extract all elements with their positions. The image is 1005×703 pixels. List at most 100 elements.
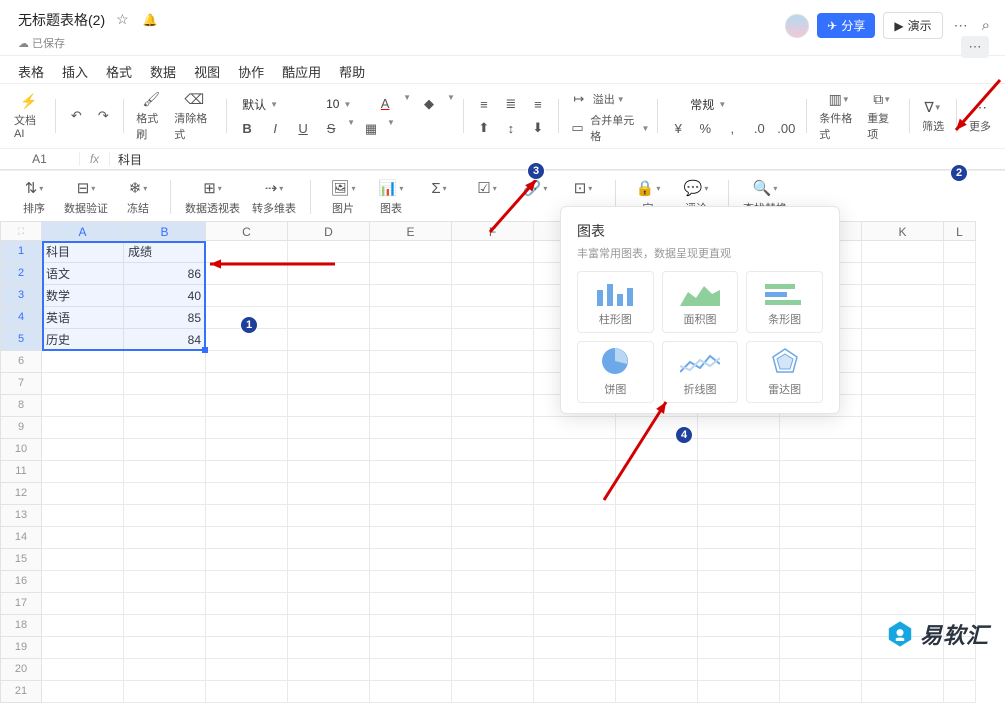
- menu-item[interactable]: 视图: [194, 62, 220, 81]
- cell[interactable]: [42, 439, 124, 461]
- sum-button[interactable]: Σ▾: [415, 176, 463, 202]
- cell[interactable]: [452, 483, 534, 505]
- cell[interactable]: [370, 417, 452, 439]
- cell[interactable]: [944, 285, 976, 307]
- cell[interactable]: 科目: [42, 241, 124, 263]
- dec-add-icon[interactable]: .0: [747, 118, 771, 140]
- redo-icon[interactable]: ↷: [91, 105, 115, 127]
- cell[interactable]: [124, 637, 206, 659]
- cell[interactable]: [452, 549, 534, 571]
- cell[interactable]: [862, 549, 944, 571]
- valign-bot-icon[interactable]: ⬇: [526, 117, 550, 139]
- cell[interactable]: [944, 307, 976, 329]
- cell[interactable]: [944, 241, 976, 263]
- cell[interactable]: [452, 681, 534, 703]
- clear-format-button[interactable]: ⌫清除格式: [170, 90, 218, 143]
- cell[interactable]: [452, 461, 534, 483]
- cell[interactable]: [124, 549, 206, 571]
- cell[interactable]: [862, 659, 944, 681]
- cell[interactable]: [780, 593, 862, 615]
- chart-option[interactable]: 柱形图: [577, 271, 654, 333]
- cell[interactable]: [370, 395, 452, 417]
- cell[interactable]: [206, 285, 288, 307]
- cell[interactable]: [862, 263, 944, 285]
- cell[interactable]: [288, 285, 370, 307]
- cell[interactable]: [944, 659, 976, 681]
- row-header[interactable]: 11: [0, 461, 42, 483]
- cell[interactable]: [616, 681, 698, 703]
- formula-value[interactable]: 科目: [110, 151, 150, 168]
- cell[interactable]: [42, 593, 124, 615]
- cell[interactable]: [288, 549, 370, 571]
- cell[interactable]: [780, 439, 862, 461]
- cell[interactable]: [698, 417, 780, 439]
- cell[interactable]: 数学: [42, 285, 124, 307]
- cell[interactable]: [944, 461, 976, 483]
- cell[interactable]: [698, 483, 780, 505]
- bell-icon[interactable]: 🔔: [140, 10, 161, 30]
- row-header[interactable]: 1: [0, 241, 42, 263]
- border-icon[interactable]: ▦: [359, 118, 383, 140]
- cell[interactable]: [616, 659, 698, 681]
- cell[interactable]: [370, 593, 452, 615]
- cell[interactable]: [698, 505, 780, 527]
- cell[interactable]: [370, 351, 452, 373]
- cell[interactable]: [206, 681, 288, 703]
- cell[interactable]: [206, 593, 288, 615]
- cell[interactable]: 成绩: [124, 241, 206, 263]
- cell[interactable]: [124, 681, 206, 703]
- cell[interactable]: [288, 329, 370, 351]
- cell[interactable]: [370, 241, 452, 263]
- cell[interactable]: [862, 395, 944, 417]
- font-size-select[interactable]: 10▼: [319, 93, 367, 116]
- menu-item[interactable]: 表格: [18, 62, 44, 81]
- cell[interactable]: [780, 571, 862, 593]
- cell[interactable]: [42, 571, 124, 593]
- cell[interactable]: [780, 659, 862, 681]
- cell[interactable]: [944, 483, 976, 505]
- cell[interactable]: [124, 417, 206, 439]
- row-header[interactable]: 15: [0, 549, 42, 571]
- undo-icon[interactable]: ↶: [64, 105, 88, 127]
- row-header[interactable]: 14: [0, 527, 42, 549]
- cell[interactable]: [124, 461, 206, 483]
- row-header[interactable]: 5: [0, 329, 42, 351]
- row-header[interactable]: 16: [0, 571, 42, 593]
- cell[interactable]: [534, 549, 616, 571]
- cell[interactable]: [288, 505, 370, 527]
- cell[interactable]: [944, 373, 976, 395]
- cell[interactable]: [42, 505, 124, 527]
- cell[interactable]: [698, 659, 780, 681]
- menu-item[interactable]: 数据: [150, 62, 176, 81]
- cell[interactable]: [370, 549, 452, 571]
- cell[interactable]: [370, 263, 452, 285]
- cell[interactable]: [616, 571, 698, 593]
- menu-item[interactable]: 酷应用: [282, 62, 321, 81]
- cell[interactable]: 英语: [42, 307, 124, 329]
- row-header[interactable]: 10: [0, 439, 42, 461]
- row-header[interactable]: 20: [0, 659, 42, 681]
- menu-item[interactable]: 格式: [106, 62, 132, 81]
- merge-icon[interactable]: ▭: [567, 117, 588, 139]
- cell[interactable]: [206, 505, 288, 527]
- cell[interactable]: [42, 373, 124, 395]
- cell[interactable]: [780, 527, 862, 549]
- cell[interactable]: [616, 615, 698, 637]
- cell[interactable]: [370, 439, 452, 461]
- cell[interactable]: [452, 439, 534, 461]
- cell[interactable]: [452, 615, 534, 637]
- align-left-icon[interactable]: ≡: [472, 93, 496, 115]
- image-button[interactable]: 🖼▾图片: [319, 176, 367, 218]
- cell[interactable]: [288, 681, 370, 703]
- currency-icon[interactable]: ¥: [666, 118, 690, 140]
- cell[interactable]: [452, 637, 534, 659]
- cell[interactable]: [288, 615, 370, 637]
- cell[interactable]: [452, 593, 534, 615]
- doc-title[interactable]: 无标题表格(2): [18, 10, 105, 30]
- cell[interactable]: [452, 395, 534, 417]
- underline-icon[interactable]: U: [291, 118, 315, 140]
- col-header[interactable]: C: [206, 221, 288, 241]
- cell[interactable]: [534, 593, 616, 615]
- cell[interactable]: [206, 483, 288, 505]
- chart-option[interactable]: 雷达图: [746, 341, 823, 403]
